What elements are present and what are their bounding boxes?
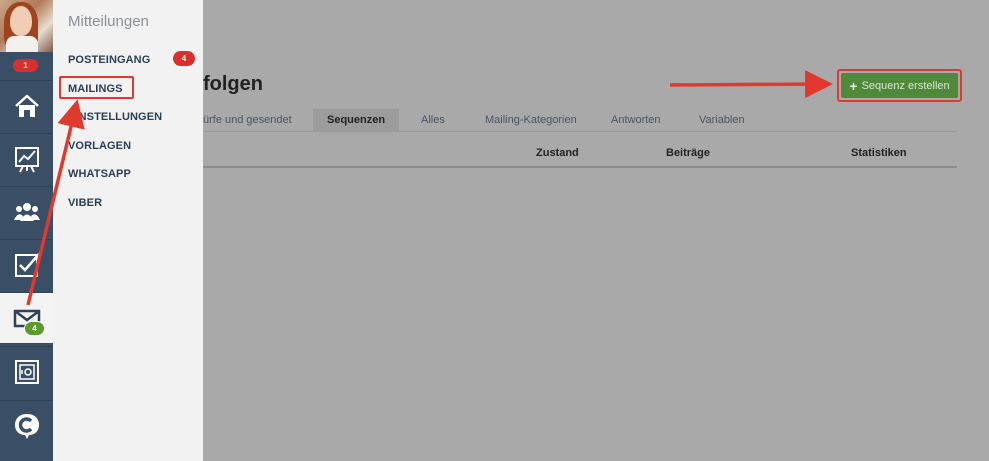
sidebar-item-contacts[interactable] xyxy=(0,186,53,237)
mailings-highlight-box xyxy=(59,76,134,99)
sidebar-item-messages[interactable] xyxy=(0,292,53,343)
create-sequence-button[interactable]: + Sequenz erstellen xyxy=(841,73,958,98)
sidebar-item-stats[interactable] xyxy=(0,133,53,184)
tab-replies[interactable]: Antworten xyxy=(611,109,661,131)
column-posts[interactable]: Beiträge xyxy=(666,147,710,159)
sidebar-item-safe[interactable] xyxy=(0,346,53,397)
notification-badge: 1 xyxy=(13,59,38,72)
flyout-item-settings[interactable]: EINSTELLUNGEN xyxy=(68,111,162,123)
tab-drafts-sent[interactable]: ürfe und gesendet xyxy=(203,109,292,131)
tab-all[interactable]: Alles xyxy=(421,109,445,131)
column-statistics[interactable]: Statistiken xyxy=(851,147,907,159)
tab-variables[interactable]: Variablen xyxy=(699,109,745,131)
chart-icon xyxy=(14,147,39,173)
flyout-item-viber[interactable]: VIBER xyxy=(68,197,102,209)
inbox-count-badge: 4 xyxy=(173,51,195,66)
tab-sequences[interactable]: Sequenzen xyxy=(313,109,400,131)
sidebar-item-brand[interactable] xyxy=(0,400,53,451)
arrow-to-create-button xyxy=(669,70,833,99)
tab-bar: ürfe und gesendet Sequenzen Alles Mailin… xyxy=(203,109,957,132)
avatar-face xyxy=(10,6,32,36)
plus-icon: + xyxy=(849,77,858,94)
flyout-item-whatsapp[interactable]: WHATSAPP xyxy=(68,168,131,180)
create-button-highlight-box: + Sequenz erstellen xyxy=(837,69,962,102)
icon-sidebar: 1 4 xyxy=(0,0,53,461)
tab-mailing-categories[interactable]: Mailing-Kategorien xyxy=(485,109,577,131)
messages-flyout-menu: Mitteilungen POSTEINGANG 4 MAILINGS EINS… xyxy=(53,0,203,461)
page-title: folgen xyxy=(203,73,263,95)
home-icon xyxy=(14,94,39,117)
sidebar-item-tasks[interactable] xyxy=(0,239,53,290)
flyout-title: Mitteilungen xyxy=(68,13,149,30)
users-icon xyxy=(13,203,40,221)
flyout-item-inbox[interactable]: POSTEINGANG xyxy=(68,54,150,66)
column-status[interactable]: Zustand xyxy=(536,147,579,159)
sidebar-item-home[interactable] xyxy=(0,80,53,131)
mail-count-badge: 4 xyxy=(24,321,45,336)
table-header: Zustand Beiträge Statistiken xyxy=(203,142,957,168)
user-avatar[interactable] xyxy=(0,0,53,52)
tasks-icon xyxy=(14,253,40,277)
brand-c-icon xyxy=(14,414,39,439)
safe-icon xyxy=(14,360,39,384)
flyout-item-templates[interactable]: VORLAGEN xyxy=(68,140,131,152)
avatar-shirt xyxy=(6,36,38,52)
create-sequence-label: Sequenz erstellen xyxy=(861,79,950,92)
